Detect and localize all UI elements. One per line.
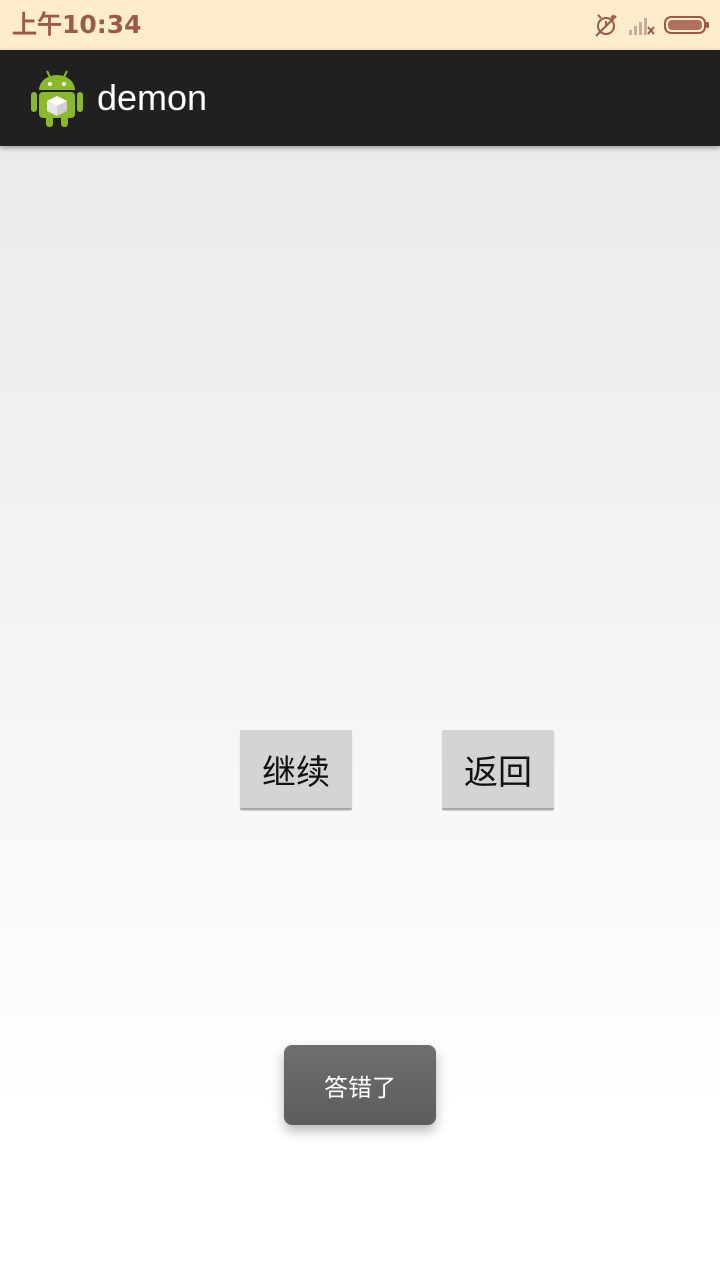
- continue-button[interactable]: 继续: [240, 730, 352, 810]
- app-title: demon: [97, 77, 208, 118]
- alarm-off-icon: [592, 11, 620, 39]
- status-icons: [592, 10, 710, 40]
- toast-text: 答错了: [324, 1073, 396, 1102]
- main-content: 继续 返回 答错了: [0, 146, 720, 1280]
- status-time: 上午10:34: [12, 10, 142, 39]
- status-bar: 上午10:34: [0, 0, 720, 50]
- back-button[interactable]: 返回: [442, 730, 554, 810]
- android-robot-icon: [30, 68, 84, 128]
- battery-icon: [664, 15, 710, 35]
- toast-message: 答错了: [284, 1045, 436, 1125]
- app-bar: demon: [0, 50, 720, 146]
- signal-weak-icon: [628, 13, 656, 37]
